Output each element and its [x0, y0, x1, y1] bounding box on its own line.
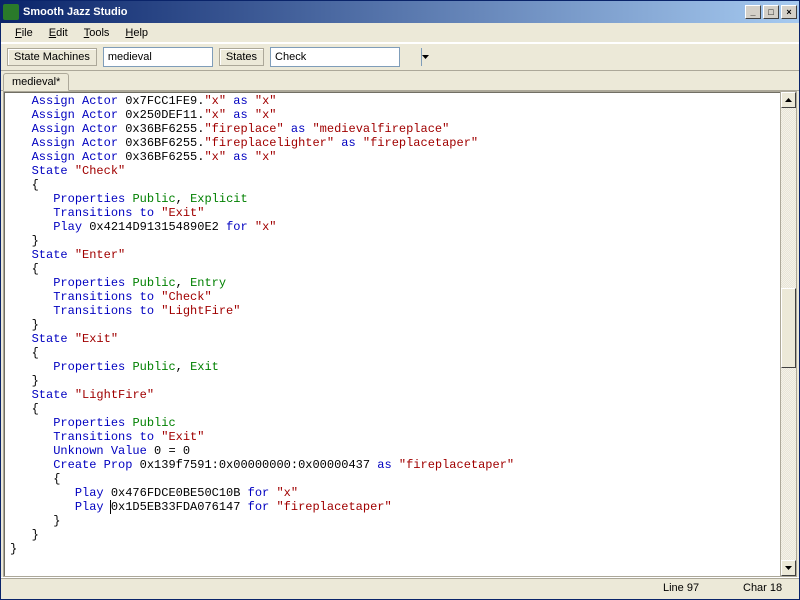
tab-strip: medieval* [1, 71, 799, 91]
status-bar: Line 97 Char 18 [1, 577, 799, 597]
close-button[interactable]: × [781, 5, 797, 19]
status-line: Line 97 [653, 582, 713, 594]
status-char: Char 18 [733, 582, 793, 594]
state-machines-combo[interactable] [103, 47, 213, 67]
tab-medieval[interactable]: medieval* [3, 73, 69, 91]
scroll-up-icon[interactable] [781, 92, 796, 108]
vertical-scrollbar[interactable] [780, 92, 796, 576]
chevron-down-icon[interactable] [421, 48, 429, 66]
states-combo[interactable] [270, 47, 400, 67]
app-icon [3, 4, 19, 20]
states-label: States [219, 48, 264, 66]
menu-edit[interactable]: Edit [41, 25, 76, 41]
minimize-button[interactable]: _ [745, 5, 761, 19]
menu-tools[interactable]: Tools [76, 25, 118, 41]
maximize-button[interactable]: □ [763, 5, 779, 19]
menu-bar: File Edit Tools Help [1, 23, 799, 43]
scroll-track[interactable] [781, 108, 796, 560]
editor-area: Assign Actor 0x7FCC1FE9."x" as "x" Assig… [3, 91, 797, 577]
title-bar: Smooth Jazz Studio _ □ × [1, 1, 799, 23]
state-machines-label: State Machines [7, 48, 97, 66]
code-editor[interactable]: Assign Actor 0x7FCC1FE9."x" as "x" Assig… [4, 92, 780, 576]
toolbar: State Machines States [1, 43, 799, 71]
scroll-thumb[interactable] [781, 288, 796, 368]
menu-file[interactable]: File [7, 25, 41, 41]
states-input[interactable] [271, 48, 421, 66]
window-title: Smooth Jazz Studio [23, 6, 743, 18]
menu-help[interactable]: Help [117, 25, 156, 41]
scroll-down-icon[interactable] [781, 560, 796, 576]
